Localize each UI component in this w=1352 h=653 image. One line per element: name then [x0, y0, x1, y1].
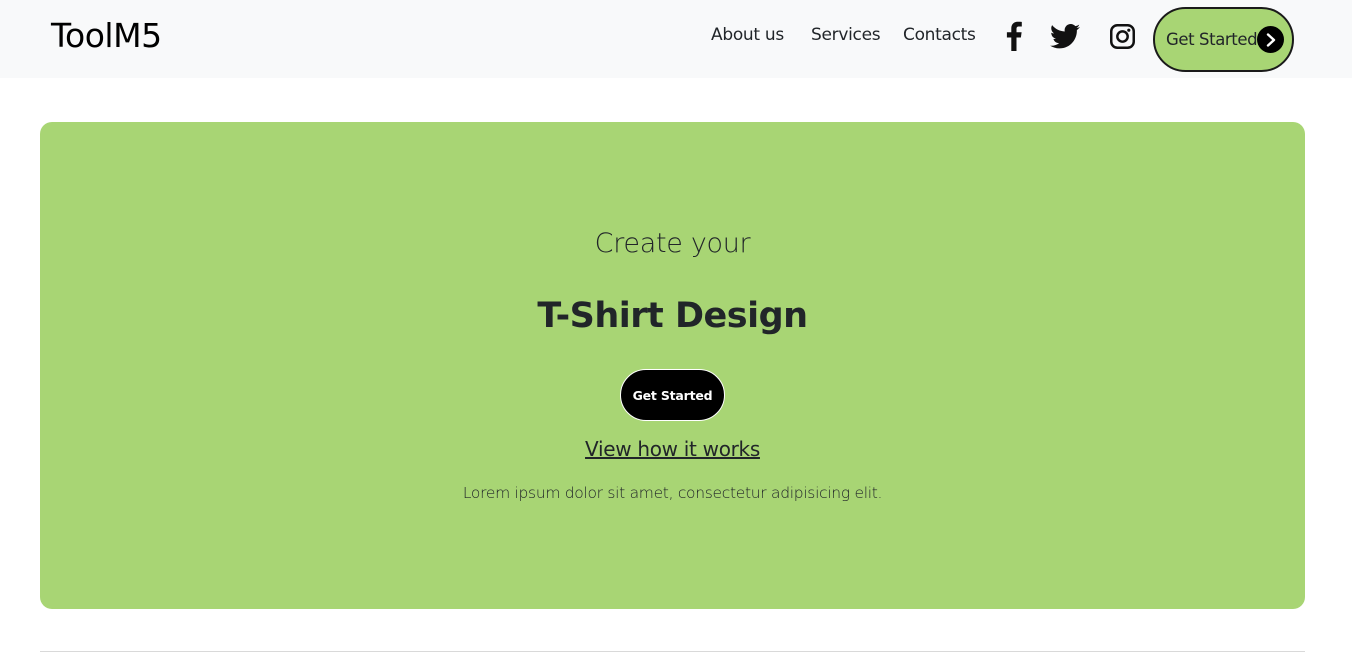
- nav-link-services[interactable]: Services: [811, 24, 881, 46]
- hero-title: T-Shirt Design: [537, 296, 808, 336]
- brand-logo[interactable]: ToolM5: [51, 16, 162, 56]
- section-divider: [40, 651, 1305, 652]
- navbar: ToolM5 About us Services Contacts Get St…: [0, 0, 1352, 78]
- nav-get-started-label: Get Started: [1166, 30, 1258, 49]
- nav-link-about[interactable]: About us: [711, 24, 784, 46]
- hero-link-wrapper: View how it works: [40, 437, 1305, 461]
- twitter-icon[interactable]: [1050, 21, 1080, 51]
- hero-pretitle: Create your: [594, 228, 751, 259]
- facebook-icon[interactable]: [999, 21, 1029, 51]
- chevron-right-icon: [1257, 26, 1284, 53]
- hero-banner: Create your T-Shirt Design Get Started V…: [40, 122, 1305, 609]
- nav-link-contacts[interactable]: Contacts: [903, 24, 976, 46]
- hero-description: Lorem ipsum dolor sit amet, consectetur …: [462, 484, 883, 502]
- instagram-icon[interactable]: [1107, 21, 1137, 51]
- view-how-it-works-link[interactable]: View how it works: [585, 437, 760, 461]
- nav-get-started-button[interactable]: Get Started: [1153, 7, 1294, 72]
- hero-get-started-button[interactable]: Get Started: [620, 369, 725, 421]
